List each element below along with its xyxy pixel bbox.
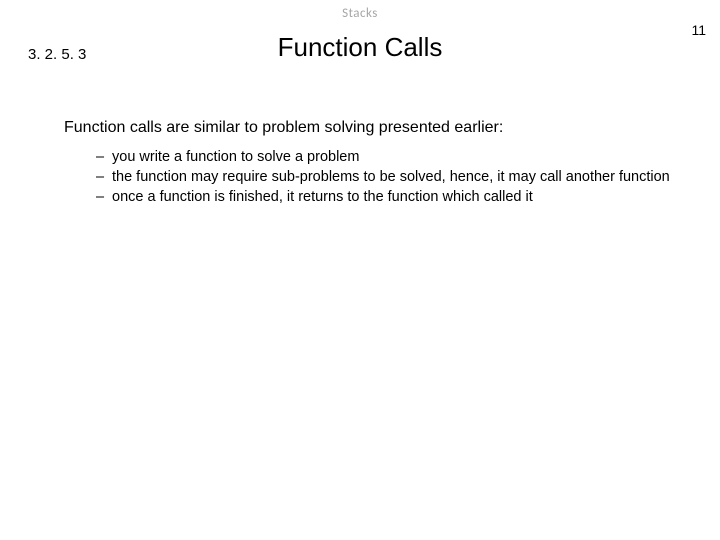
list-item: once a function is finished, it returns …: [96, 188, 680, 206]
list-item: you write a function to solve a problem: [96, 148, 680, 166]
list-item: the function may require sub-problems to…: [96, 168, 680, 186]
intro-text: Function calls are similar to problem so…: [64, 118, 680, 138]
slide: Stacks 11 3. 2. 5. 3 Function Calls Func…: [0, 0, 720, 540]
slide-body: Function calls are similar to problem so…: [64, 118, 680, 208]
slide-title: Function Calls: [0, 32, 720, 63]
header-topic: Stacks: [0, 6, 720, 21]
bullet-list: you write a function to solve a problem …: [64, 148, 680, 206]
